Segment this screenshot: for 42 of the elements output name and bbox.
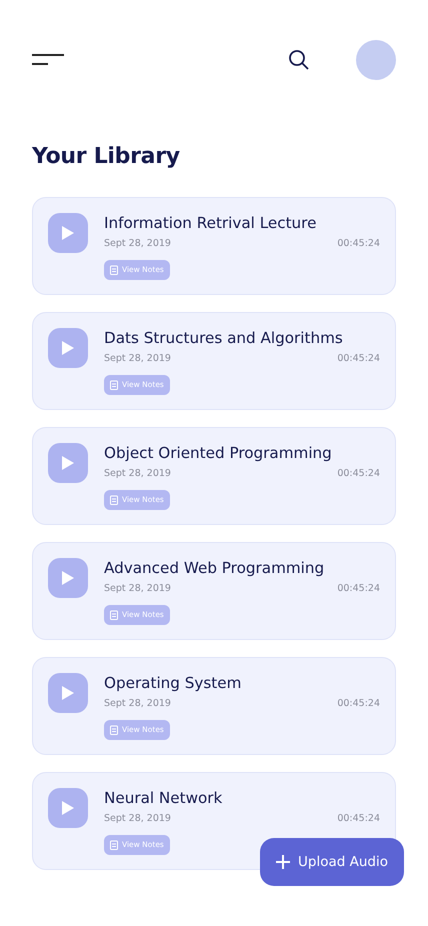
play-button[interactable]: [48, 213, 88, 253]
recording-duration: 00:45:24: [337, 812, 380, 826]
recording-title: Object Oriented Programming: [104, 443, 333, 463]
recording-date: Sept 28, 2019: [104, 237, 171, 251]
play-button[interactable]: [48, 328, 88, 368]
recording-date: Sept 28, 2019: [104, 697, 171, 711]
recording-duration: 00:45:24: [337, 467, 380, 481]
play-icon: [61, 685, 75, 701]
recording-duration: 00:45:24: [337, 697, 380, 711]
play-button[interactable]: [48, 673, 88, 713]
recording-date: Sept 28, 2019: [104, 582, 171, 596]
notes-icon: [110, 380, 118, 390]
recording-date: Sept 28, 2019: [104, 467, 171, 481]
search-icon[interactable]: [288, 49, 310, 71]
recording-title: Neural Network: [104, 788, 224, 808]
play-icon: [61, 340, 75, 356]
notes-icon: [110, 495, 118, 506]
avatar[interactable]: [356, 40, 396, 80]
notes-icon: [110, 725, 118, 736]
play-icon: [61, 455, 75, 471]
recording-title: Operating System: [104, 673, 242, 693]
notes-icon: [110, 840, 118, 850]
recording-title: Information Retrival Lecture: [104, 213, 318, 233]
notes-icon: [110, 610, 118, 620]
recording-title: Advanced Web Programming: [104, 558, 326, 578]
recording-duration: 00:45:24: [337, 582, 380, 596]
play-icon: [61, 570, 75, 586]
plus-icon: [276, 855, 290, 869]
play-icon: [61, 225, 75, 241]
play-button[interactable]: [48, 558, 88, 598]
play-button[interactable]: [48, 443, 88, 483]
upload-audio-button[interactable]: Upload Audio: [260, 838, 404, 886]
recording-date: Sept 28, 2019: [104, 812, 171, 826]
recording-title: Dats Structures and Algorithms: [104, 328, 344, 348]
menu-icon[interactable]: [32, 54, 64, 66]
recording-duration: 00:45:24: [337, 352, 380, 366]
play-icon: [61, 800, 75, 816]
recording-duration: 00:45:24: [337, 237, 380, 251]
play-button[interactable]: [48, 788, 88, 828]
page-title: Your Library: [32, 143, 181, 171]
recording-date: Sept 28, 2019: [104, 352, 171, 366]
notes-icon: [110, 265, 118, 276]
